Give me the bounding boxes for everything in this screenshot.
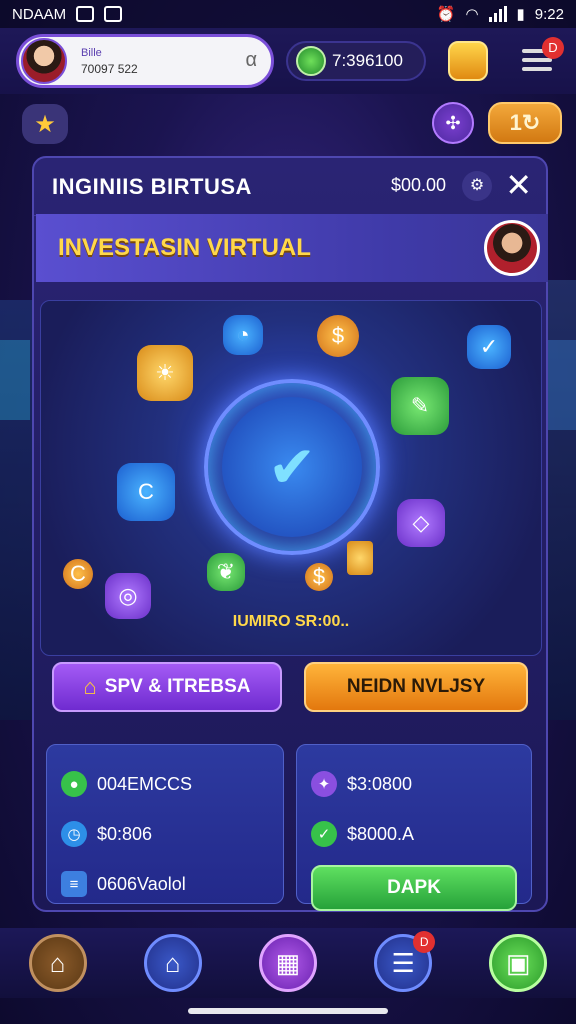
secondary-action-button[interactable]: NEIDN NVLJSY: [304, 662, 528, 712]
clock-time: 9:22: [534, 5, 564, 23]
coin-balance-value: 7:396100: [332, 51, 403, 70]
menu-badge: D: [542, 37, 564, 59]
nav-list-button[interactable]: ☰ D: [374, 931, 436, 992]
favorites-star-button[interactable]: ★: [22, 104, 68, 144]
settings-icon[interactable]: ⚙: [462, 171, 492, 201]
stat-label: $3:0800: [347, 773, 413, 794]
stat-row: ✓ $8000.A: [311, 809, 517, 859]
banner-title: INVESTASIN VIRTUAL: [58, 234, 311, 261]
card-icon: [347, 541, 373, 575]
stat-label: 004EMCCS: [97, 773, 193, 794]
compass-icon[interactable]: ✣: [432, 102, 474, 144]
refresh-icon: ↻: [521, 110, 541, 135]
refresh-coin-icon: C: [117, 463, 175, 521]
stat-label: $0:806: [97, 823, 153, 844]
grid-icon: ▦: [275, 947, 301, 978]
shield-check-icon: ✔: [222, 397, 362, 537]
scene-caption: IUMIRO SR:00..: [232, 613, 350, 630]
dollar-coin-icon: $: [305, 563, 333, 591]
stat-row: ≡ 0606Vaolol: [61, 859, 269, 909]
lightbulb-icon: ☀: [137, 345, 193, 401]
status-bar: NDAAM ⏰ ◠ ▮ 9:22: [0, 0, 576, 28]
refresh-label: 1: [509, 110, 522, 135]
stats-card-right: ✦ $3:0800 ✓ $8000.A DAPK: [296, 744, 532, 911]
wallet-icon: ▣: [506, 947, 531, 978]
list-icon: ☰: [391, 947, 415, 978]
coin-icon: $: [317, 315, 359, 357]
secondary-action-label: NEIDN NVLJSY: [346, 676, 486, 697]
coin-balance[interactable]: 7:396100: [286, 41, 426, 81]
investment-illustration: ✔ ☀ ◔ $ ✓ ✎ C ◇ C ◎ ❦ $ IUMIRO SR:00..: [40, 300, 542, 656]
banner-avatar: [484, 220, 540, 276]
stat-row: ● 004EMCCS: [61, 759, 269, 809]
notification-icon: [76, 6, 95, 22]
stat-row: ✦ $3:0800: [311, 759, 517, 809]
document-icon: ≡: [61, 871, 87, 897]
refresh-button[interactable]: 1 ↻: [488, 102, 562, 144]
nav-list-badge: D: [413, 931, 436, 953]
top-header: Bille 70097 522 α 7:396100 D: [0, 28, 576, 94]
leaf-icon: ❦: [207, 553, 245, 591]
carrier-label: NDAAM: [12, 5, 67, 23]
banner: INVESTASIN VIRTUAL: [36, 214, 548, 282]
clock-icon: ◷: [61, 821, 87, 847]
profile-id: 70097 522: [81, 62, 138, 76]
shop-icon[interactable]: [448, 41, 488, 81]
nav-house-button[interactable]: ⌂: [143, 934, 202, 992]
investment-panel: INGINIIS BIRTUSA $00.00 ⚙ ✕ INVESTASIN V…: [32, 156, 548, 912]
stats-card-left: ● 004EMCCS ◷ $0:806 ≡ 0606Vaolol: [46, 744, 284, 904]
signal-icon: [488, 6, 507, 22]
chart-icon: ✓: [467, 325, 511, 369]
coin-icon: ●: [61, 771, 87, 797]
stat-row: ◷ $0:806: [61, 809, 269, 859]
house-icon: ⌂: [164, 947, 181, 978]
panel-header: INGINIIS BIRTUSA $00.00 ⚙ ✕: [34, 158, 546, 216]
profile-name: Bille: [81, 47, 102, 59]
home-indicator[interactable]: [188, 1008, 388, 1014]
primary-action-label: SPV & ITREBSA: [104, 676, 251, 697]
panel-title: INGINIIS BIRTUSA: [52, 173, 252, 199]
bottom-nav: ⌂ ⌂ ▦ ☰ D ▣: [0, 928, 576, 998]
chat-icon: ✎: [391, 377, 449, 435]
nav-home-button[interactable]: ⌂: [28, 934, 87, 992]
home-icon: ⌂: [83, 674, 97, 699]
star-icon: ✦: [311, 771, 337, 797]
alarm-icon: ⏰: [436, 6, 456, 23]
check-icon: ✓: [311, 821, 337, 847]
gear-coin-icon: [296, 46, 326, 76]
profile-card[interactable]: Bille 70097 522 α: [16, 34, 274, 88]
profile-close-icon[interactable]: α: [245, 49, 257, 72]
image-icon: [104, 6, 123, 22]
nav-wallet-button[interactable]: ▣: [489, 934, 548, 992]
close-icon[interactable]: ✕: [505, 166, 532, 204]
stat-label: $8000.A: [347, 823, 415, 844]
stat-label: 0606Vaolol: [97, 873, 186, 894]
nav-apps-button[interactable]: ▦: [258, 934, 317, 992]
confirm-button[interactable]: DAPK: [311, 865, 517, 911]
lock-icon: ◔: [223, 315, 263, 355]
avatar: [21, 38, 67, 84]
battery-icon: ▮: [516, 6, 525, 23]
wallet-icon: ◇: [397, 499, 445, 547]
small-coin-icon: C: [63, 559, 93, 589]
panel-balance: $00.00: [390, 175, 446, 195]
primary-action-button[interactable]: ⌂ SPV & ITREBSA: [52, 662, 282, 712]
home-icon: ⌂: [49, 947, 66, 978]
menu-icon[interactable]: D: [522, 37, 564, 73]
wifi-icon: ◠: [465, 6, 479, 23]
